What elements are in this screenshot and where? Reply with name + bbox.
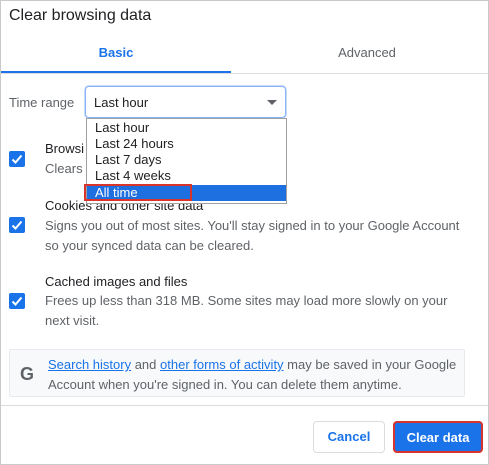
option-all-time[interactable]: All time (87, 185, 286, 201)
cancel-button[interactable]: Cancel (313, 421, 385, 453)
clear-data-button[interactable]: Clear data (393, 421, 483, 453)
option-last-4-weeks[interactable]: Last 4 weeks (87, 168, 286, 184)
checkmark-icon (11, 296, 23, 306)
chevron-down-icon (267, 100, 277, 105)
browsing-history-title: Browsi (45, 141, 85, 156)
tab-basic[interactable]: Basic (1, 37, 231, 73)
tab-advanced[interactable]: Advanced (246, 37, 488, 73)
cookies-desc: Signs you out of most sites. You'll stay… (45, 218, 460, 253)
checkmark-icon (11, 220, 23, 230)
cached-images-title: Cached images and files (45, 274, 188, 289)
other-activity-link[interactable]: other forms of activity (160, 357, 284, 372)
time-range-selected-value: Last hour (94, 95, 149, 110)
search-history-link[interactable]: Search history (48, 357, 131, 372)
tab-bar: Basic Advanced (1, 37, 488, 75)
dialog-title: Clear browsing data (9, 7, 152, 24)
checkmark-icon (11, 154, 23, 164)
google-icon: G (20, 364, 35, 384)
footer-divider (1, 405, 488, 406)
time-range-label: Time range (9, 95, 75, 110)
tab-divider (1, 73, 488, 74)
time-range-select[interactable]: Last hour (85, 86, 286, 118)
cached-images-desc: Frees up less than 318 MB. Some sites ma… (45, 293, 448, 328)
info-connector: and (131, 357, 161, 372)
google-account-info-box: G Search history and other forms of acti… (9, 349, 465, 397)
option-last-hour[interactable]: Last hour (87, 120, 286, 136)
option-last-24-hours[interactable]: Last 24 hours (87, 136, 286, 152)
checkbox-browsing-history[interactable] (9, 151, 25, 167)
info-text: Search history and other forms of activi… (48, 355, 458, 395)
checkbox-cookies[interactable] (9, 217, 25, 233)
checkbox-cached-images[interactable] (9, 293, 25, 309)
option-last-7-days[interactable]: Last 7 days (87, 152, 286, 168)
clear-browsing-data-dialog: Clear browsing data Basic Advanced Time … (0, 0, 489, 465)
time-range-dropdown: Last hour Last 24 hours Last 7 days Last… (86, 118, 287, 204)
